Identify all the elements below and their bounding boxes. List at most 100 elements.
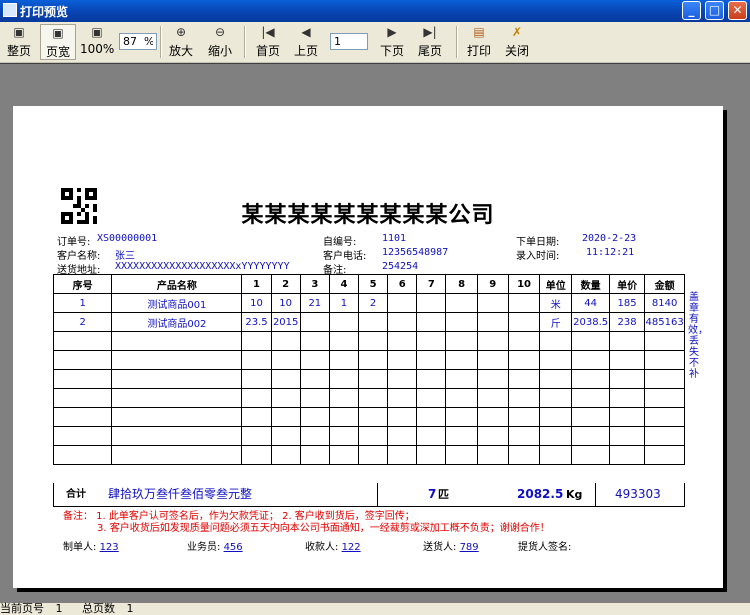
table-cell xyxy=(241,331,272,351)
table-cell xyxy=(241,388,272,408)
table-cell: 185 xyxy=(608,293,646,313)
table-cell xyxy=(52,426,113,446)
table-cell xyxy=(476,312,509,332)
zoom-in-button[interactable]: ⊕ 放大 xyxy=(166,24,196,60)
remark-value: 254254 xyxy=(382,261,419,272)
table-cell xyxy=(387,293,418,313)
table-cell: 23.5 xyxy=(241,312,272,332)
zoom-out-button[interactable]: ⊖ 缩小 xyxy=(204,24,236,60)
table-cell xyxy=(328,350,360,370)
zoom-input[interactable] xyxy=(119,33,157,50)
whole-page-button[interactable]: ▣ 整页 xyxy=(4,24,34,60)
table-cell xyxy=(571,331,610,351)
column-header: 数量 xyxy=(571,274,610,294)
phone-label: 客户电话: xyxy=(323,251,367,262)
table-cell xyxy=(571,388,610,408)
page-number-input[interactable] xyxy=(330,33,368,50)
column-header: 9 xyxy=(476,274,509,294)
zoom-100-button[interactable]: ▣ 100% xyxy=(80,24,114,60)
table-cell xyxy=(416,407,447,427)
maximize-button[interactable]: □ xyxy=(705,1,724,20)
phone-value: 12356548987 xyxy=(382,247,449,258)
notes: 备注： 1. 此单客户认可签名后，作为欠款凭证； 2. 客户收到货后，签字回传；… xyxy=(63,511,550,535)
separator xyxy=(160,26,162,58)
table-cell xyxy=(299,426,330,446)
table-row: 1 测试商品001 10 10 21 1 2 米 44 185 8140 xyxy=(52,293,685,313)
table-cell xyxy=(387,426,418,446)
minimize-button[interactable]: _ xyxy=(682,1,701,20)
first-page-button[interactable]: |◀ 首页 xyxy=(254,24,282,60)
table-cell: 485163 xyxy=(644,312,685,332)
table-cell xyxy=(608,445,646,465)
table-cell xyxy=(608,407,646,427)
company-title: 某某某某某某某某某公司 xyxy=(241,203,495,228)
table-cell: 1 xyxy=(328,293,360,313)
table-cell xyxy=(445,350,478,370)
column-header: 10 xyxy=(507,274,541,294)
column-header: 7 xyxy=(416,274,447,294)
separator xyxy=(244,26,246,58)
table-cell xyxy=(644,388,685,408)
table-cell xyxy=(299,312,330,332)
table-cell xyxy=(358,350,389,370)
table-cell xyxy=(476,407,509,427)
pieces-unit: 匹 xyxy=(438,488,449,501)
table-cell: 2 xyxy=(52,312,113,332)
separator xyxy=(456,26,458,58)
side-note: 盖章有效，丢失不补 xyxy=(688,292,708,380)
next-page-button[interactable]: ▶ 下页 xyxy=(378,24,406,60)
order-no-value: XS00000001 xyxy=(97,233,158,244)
close-window-button[interactable]: ✕ xyxy=(728,1,747,20)
pickup-sign-field: 提货人签名: xyxy=(518,542,572,553)
table-cell xyxy=(111,331,243,351)
table-cell xyxy=(270,350,301,370)
table-cell xyxy=(507,293,541,313)
last-page-button[interactable]: ▶| 尾页 xyxy=(416,24,444,60)
table-cell xyxy=(539,445,573,465)
table-cell xyxy=(111,407,243,427)
page-width-button[interactable]: ▣ 页宽 xyxy=(40,24,76,60)
table-cell xyxy=(476,331,509,351)
table-cell xyxy=(387,407,418,427)
table-cell xyxy=(111,445,243,465)
table-cell xyxy=(241,426,272,446)
first-page-icon: |◀ xyxy=(261,25,275,39)
status-bar: 当前页号 1 总页数 1 xyxy=(0,603,750,614)
weight-unit: Kg xyxy=(566,488,583,501)
print-button[interactable]: ▤ 打印 xyxy=(464,24,494,60)
table-row: 2 测试商品002 23.5 2015 斤 2038.5 238 485163 xyxy=(52,312,685,332)
table-cell xyxy=(507,407,541,427)
column-header: 单位 xyxy=(539,274,573,294)
table-cell xyxy=(539,350,573,370)
preview-area[interactable]: 某某某某某某某某某公司 订单号: XS00000001 客户名称: 张三 送货地… xyxy=(0,63,750,604)
table-cell xyxy=(608,369,646,389)
deliverer-field: 送货人: 789 xyxy=(423,542,479,553)
note-line-1: 备注： 1. 此单客户认可签名后，作为欠款凭证； 2. 客户收到货后，签字回传； xyxy=(63,511,415,522)
table-cell xyxy=(299,407,330,427)
table-cell xyxy=(539,369,573,389)
table-cell xyxy=(52,350,113,370)
zoom-out-icon: ⊖ xyxy=(214,25,226,39)
prev-page-button[interactable]: ◀ 上页 xyxy=(292,24,320,60)
table-cell: 44 xyxy=(571,293,610,313)
table-cell xyxy=(270,369,301,389)
table-cell xyxy=(416,369,447,389)
date-value: 2020-2-23 xyxy=(582,233,637,244)
table-cell xyxy=(416,426,447,446)
table-cell: 10 xyxy=(270,293,301,313)
table-cell xyxy=(358,312,389,332)
total-row: 合计 肆拾玖万叁仟叁佰零叁元整 7 匹 2082.5 Kg 493303 xyxy=(53,483,685,507)
table-cell xyxy=(608,331,646,351)
table-cell xyxy=(445,293,478,313)
table-cell: 斤 xyxy=(539,312,573,332)
table-cell: 238 xyxy=(608,312,646,332)
table-cell xyxy=(507,388,541,408)
table-cell xyxy=(111,388,243,408)
table-cell xyxy=(445,312,478,332)
table-cell xyxy=(445,445,478,465)
close-preview-button[interactable]: ✗ 关闭 xyxy=(502,24,532,60)
column-header: 金额 xyxy=(644,274,685,294)
last-page-icon: ▶| xyxy=(423,25,437,39)
column-header: 2 xyxy=(270,274,301,294)
prev-page-icon: ◀ xyxy=(301,25,311,39)
